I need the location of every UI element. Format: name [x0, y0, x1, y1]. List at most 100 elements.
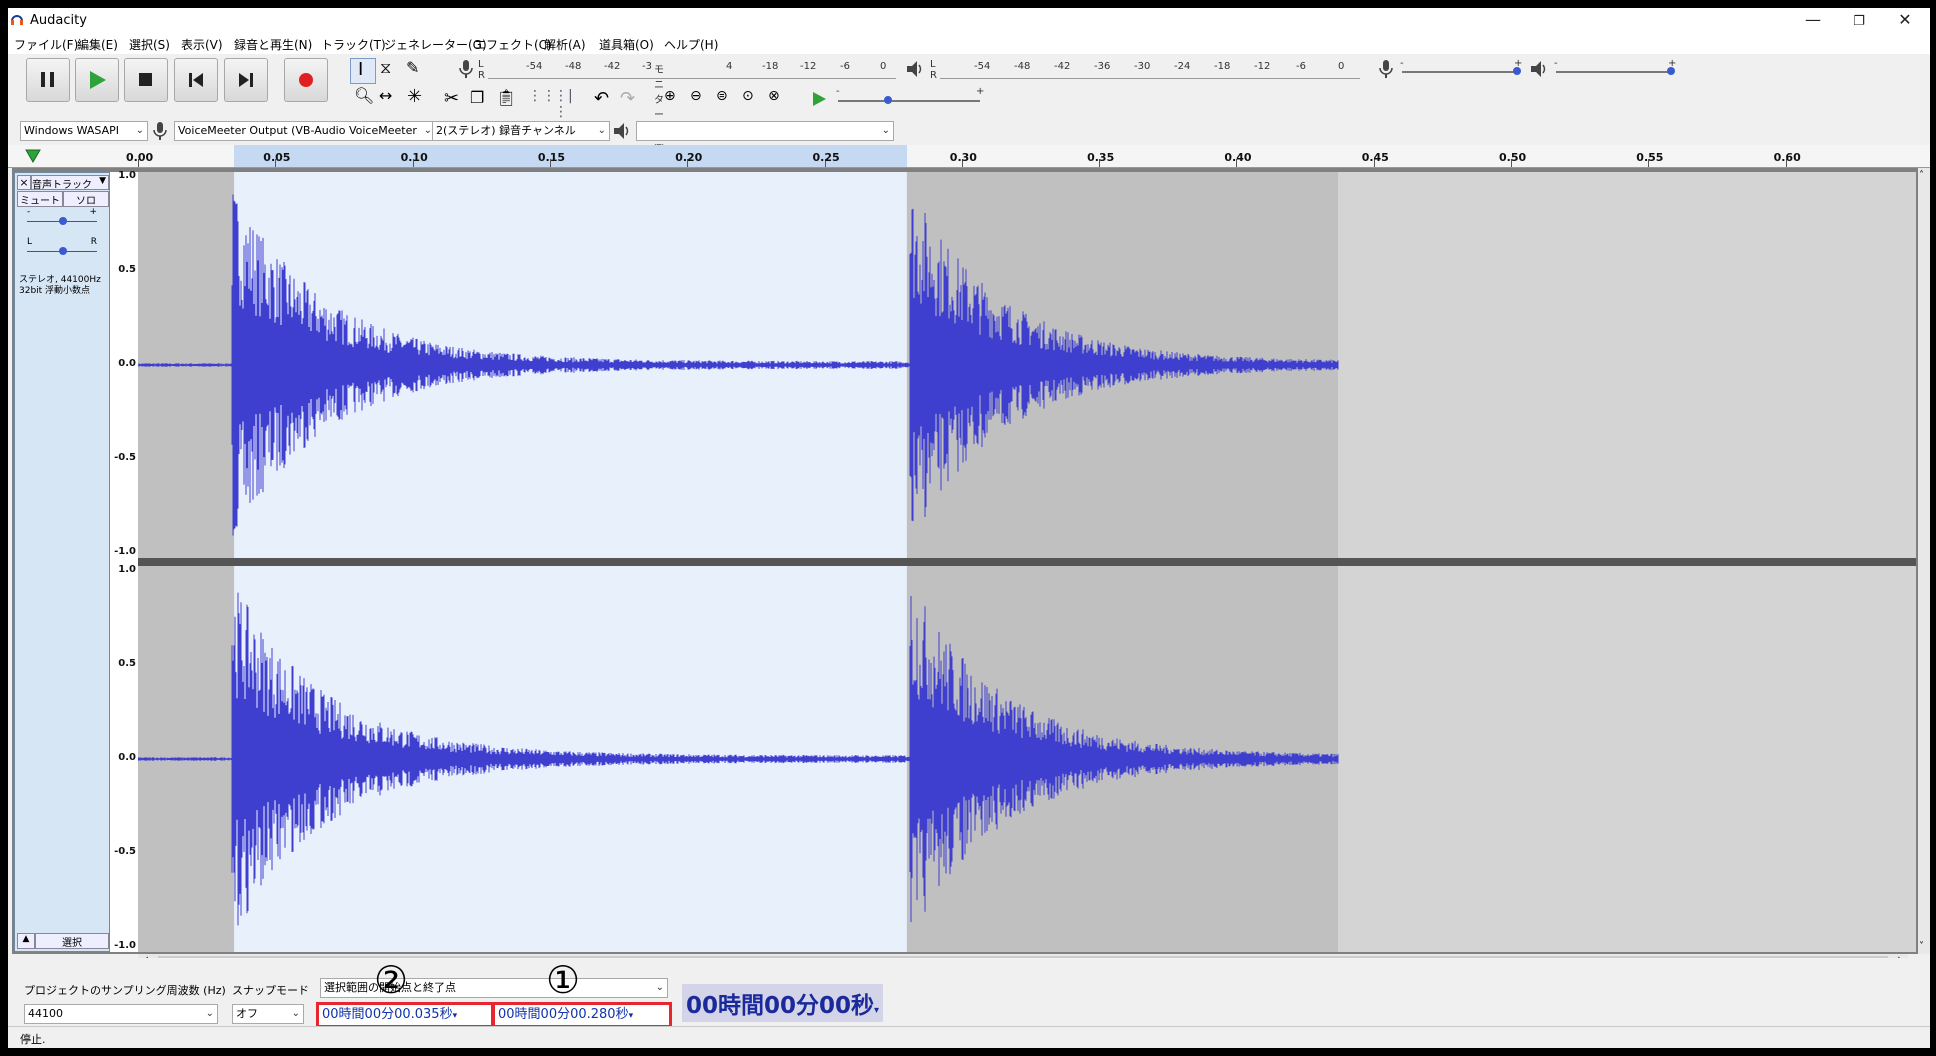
stop-button[interactable] — [124, 58, 168, 102]
timeline-ruler[interactable]: 0.00 0.05 0.10 0.15 0.20 0.25 0.30 0.35 0.40 0.45… — [8, 145, 1930, 168]
timeshift-tool[interactable]: ↔ — [376, 86, 400, 110]
pan-left-label: L — [27, 237, 33, 247]
menu-generate[interactable]: ジェネレーター(G) — [384, 36, 487, 53]
speaker-icon[interactable] — [904, 58, 926, 80]
selection-end-value: 00時間00分00.280秒 — [498, 1007, 629, 1022]
zoom-in-button[interactable]: ⊕ — [664, 88, 686, 110]
right-channel — [138, 566, 1339, 952]
scroll-up-icon[interactable]: ˄ — [1919, 170, 1924, 181]
menu-select[interactable]: 選択(S) — [129, 36, 170, 53]
ruler-tick-label: 0.40 — [1224, 151, 1252, 164]
zoom-out-button[interactable]: ⊖ — [690, 88, 712, 110]
play-speed-thumb[interactable] — [884, 96, 892, 104]
timeline-options-icon[interactable] — [24, 148, 42, 164]
menu-effect[interactable]: エフェクト(C) — [474, 36, 552, 53]
close-button[interactable]: ✕ — [1882, 8, 1928, 34]
skip-end-button[interactable] — [224, 58, 268, 102]
playback-volume-speaker-icon — [1531, 61, 1546, 77]
chevron-down-icon: ⌄ — [423, 125, 432, 136]
menu-analyze[interactable]: 解析(A) — [544, 36, 586, 53]
pause-button[interactable] — [26, 58, 70, 102]
gain-thumb[interactable] — [59, 217, 67, 225]
snap-mode-select[interactable]: オフ ⌄ — [232, 1004, 304, 1024]
envelope-icon: ⧖ — [380, 58, 392, 77]
device-toolbar: Windows WASAPI ⌄ VoiceMeeter Output (VB-A… — [8, 118, 1930, 144]
track-close-button[interactable]: × — [17, 175, 31, 190]
record-button[interactable] — [284, 58, 328, 102]
menu-transport[interactable]: 録音と再生(N) — [234, 36, 312, 53]
microphone-icon[interactable] — [456, 58, 476, 80]
copy-button[interactable]: ❐ — [470, 88, 492, 110]
cut-button[interactable]: ✂ — [444, 88, 466, 110]
ruler-selection-range — [234, 145, 907, 167]
playback-device-select[interactable]: ⌄ — [636, 121, 894, 141]
recording-device-select[interactable]: VoiceMeeter Output (VB-Audio VoiceMeeter… — [174, 121, 436, 141]
audio-position[interactable]: 00時間00分00秒▾ — [682, 984, 884, 1022]
scroll-down-icon[interactable]: ˅ — [1919, 941, 1924, 952]
track-format-line: ステレオ, 44100Hz — [19, 275, 101, 285]
pan-slider[interactable]: L R — [19, 237, 105, 261]
ruler-tick-label: 0.60 — [1773, 151, 1801, 164]
menu-file[interactable]: ファイル(F) — [14, 36, 78, 53]
collapse-track-button[interactable]: ▲ — [17, 933, 35, 949]
mute-button[interactable]: ミュート — [17, 191, 63, 207]
play-speed-max-label: + — [976, 86, 985, 97]
redo-button[interactable]: ↷ — [620, 88, 642, 110]
playback-volume-slider[interactable]: - + — [1554, 58, 1680, 80]
select-track-button[interactable]: 選択 — [35, 933, 109, 949]
restore-button[interactable]: ❐ — [1836, 8, 1882, 34]
vertical-scrollbar[interactable]: ˄ ˅ — [1918, 168, 1930, 954]
undo-button[interactable]: ↶ — [594, 88, 616, 110]
stop-icon — [139, 73, 152, 86]
minimize-button[interactable]: — — [1790, 8, 1836, 34]
record-icon — [299, 73, 313, 87]
playback-volume-min-label: - — [1554, 58, 1558, 69]
trim-button[interactable]: ⋮⋮ — [528, 88, 556, 110]
menu-tracks[interactable]: トラック(T) — [321, 36, 386, 53]
menu-help[interactable]: ヘルプ(H) — [664, 36, 718, 53]
audio-host-select[interactable]: Windows WASAPI ⌄ — [20, 121, 148, 141]
project-rate-select[interactable]: 44100 ⌄ — [24, 1004, 218, 1024]
zoom-toggle-button[interactable]: ⊗ — [768, 88, 790, 110]
selection-mode-select[interactable]: 選択範囲の開始点と終了点 ⌄ — [320, 978, 668, 998]
skip-start-button[interactable] — [174, 58, 218, 102]
menu-view[interactable]: 表示(V) — [181, 36, 223, 53]
gain-slider[interactable]: - + — [19, 207, 105, 231]
time-format-arrow-icon[interactable]: ▾ — [874, 1005, 879, 1016]
selection-start-time[interactable]: 00時間00分00.035秒▾ — [316, 1002, 494, 1028]
status-bar: 停止. — [8, 1026, 1930, 1048]
fit-selection-button[interactable]: ⊜ — [716, 88, 738, 110]
fit-project-button[interactable]: ⊙ — [742, 88, 764, 110]
pan-thumb[interactable] — [59, 247, 67, 255]
selection-tool[interactable]: I — [350, 58, 376, 84]
zoom-tool[interactable]: 🔍︎ — [350, 86, 374, 110]
solo-button[interactable]: ソロ — [63, 191, 109, 207]
play-at-speed-button[interactable] — [810, 90, 828, 108]
magnifier-icon: 🔍︎ — [354, 86, 375, 105]
play-button[interactable] — [75, 58, 119, 102]
track-name-menu[interactable]: 音声トラック ▼ — [31, 175, 109, 191]
play-speed-slider[interactable]: - + — [836, 86, 986, 110]
recording-volume-mic-icon — [1379, 60, 1393, 78]
waveform-display[interactable] — [138, 172, 1916, 952]
recording-channels-select[interactable]: 2(ステレオ) 録音チャンネル ⌄ — [432, 121, 610, 141]
record-meter-tick: -54 — [526, 61, 543, 72]
zoom-in-icon: ⊕ — [664, 88, 676, 104]
recording-volume-thumb[interactable] — [1513, 67, 1521, 75]
time-format-arrow-icon[interactable]: ▾ — [629, 1011, 634, 1021]
play-meter-tick: -18 — [1214, 61, 1231, 72]
menu-tools[interactable]: 道具箱(O) — [599, 36, 654, 53]
draw-tool[interactable]: ✎ — [402, 58, 426, 82]
record-meter-tick: -42 — [604, 61, 621, 72]
recording-volume-slider[interactable]: - + — [1400, 58, 1526, 80]
recording-device-mic-icon — [153, 122, 167, 140]
envelope-tool[interactable]: ⧖ — [376, 58, 400, 82]
paste-button[interactable]: 📋︎ — [496, 88, 518, 110]
silence-button[interactable]: ⋮|⋮ — [554, 88, 576, 120]
playback-volume-thumb[interactable] — [1667, 67, 1675, 75]
track-control-panel[interactable]: × 音声トラック ▼ ミュート ソロ - + L R ステレオ, 44100Hz… — [14, 172, 110, 952]
multi-tool[interactable]: ✳ — [402, 86, 426, 110]
menu-edit[interactable]: 編集(E) — [77, 36, 118, 53]
time-format-arrow-icon[interactable]: ▾ — [453, 1011, 458, 1021]
selection-end-time[interactable]: 00時間00分00.280秒▾ — [492, 1002, 672, 1028]
